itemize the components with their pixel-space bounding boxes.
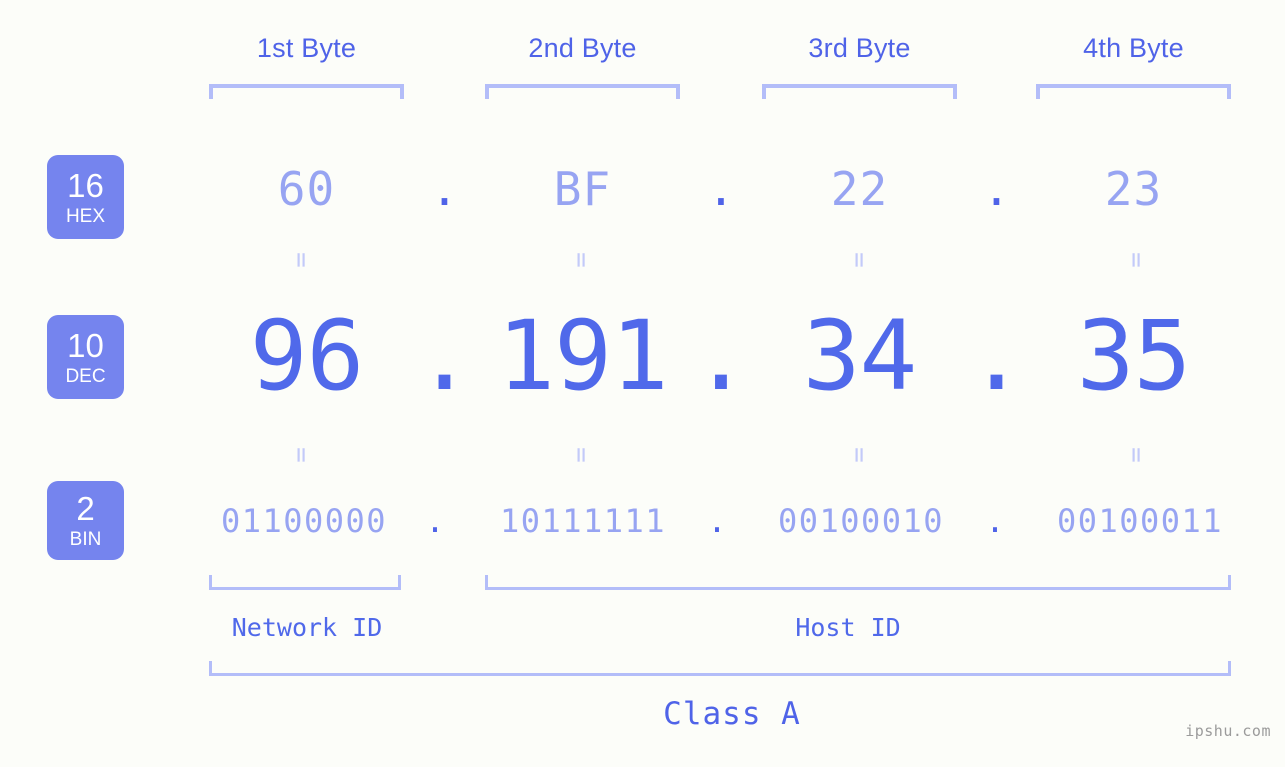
byte-bracket-2 xyxy=(485,84,680,99)
dec-row: 96 . 191 . 34 . 35 xyxy=(0,300,1285,420)
hex-byte-2: BF xyxy=(553,162,612,216)
host-id-bracket xyxy=(485,575,1231,590)
equals-mark-hex-dec-3: = xyxy=(844,252,874,268)
equals-mark-dec-bin-4: = xyxy=(1121,447,1151,463)
hex-separator-3: . xyxy=(982,162,1011,216)
bin-separator-3: . xyxy=(985,502,1005,540)
hex-separator-1: . xyxy=(430,162,459,216)
dec-byte-4: 35 xyxy=(1076,300,1192,412)
dec-byte-1: 96 xyxy=(249,300,365,412)
class-label: Class A xyxy=(663,696,801,732)
equals-mark-dec-bin-3: = xyxy=(844,447,874,463)
network-id-label: Network ID xyxy=(231,613,383,642)
hex-byte-3: 22 xyxy=(830,162,889,216)
bin-byte-4: 00100011 xyxy=(1056,502,1224,540)
bin-byte-2: 10111111 xyxy=(499,502,667,540)
byte-label-1: 1st Byte xyxy=(256,33,357,63)
host-id-label: Host ID xyxy=(795,613,901,642)
byte-label-3: 3rd Byte xyxy=(808,33,911,63)
dec-separator-3: . xyxy=(967,300,1026,412)
hex-row: 60 . BF . 22 . 23 xyxy=(0,162,1285,222)
byte-bracket-1 xyxy=(209,84,404,99)
bin-byte-1: 01100000 xyxy=(220,502,388,540)
bin-byte-3: 00100010 xyxy=(777,502,945,540)
dec-separator-2: . xyxy=(692,300,750,412)
byte-label-4: 4th Byte xyxy=(1083,33,1184,63)
hex-byte-4: 23 xyxy=(1104,162,1163,216)
dec-byte-3: 34 xyxy=(802,300,918,412)
equals-mark-hex-dec-1: = xyxy=(286,252,316,268)
equals-mark-hex-dec-4: = xyxy=(1121,252,1151,268)
dec-byte-2: 191 xyxy=(497,300,668,412)
bin-separator-2: . xyxy=(707,502,727,540)
dec-separator-1: . xyxy=(415,300,474,412)
equals-mark-dec-bin-2: = xyxy=(566,447,596,463)
byte-label-2: 2nd Byte xyxy=(528,33,637,63)
bin-row: 01100000 . 10111111 . 00100010 . 0010001… xyxy=(0,502,1285,548)
equals-mark-dec-bin-1: = xyxy=(286,447,316,463)
byte-bracket-4 xyxy=(1036,84,1231,99)
byte-bracket-3 xyxy=(762,84,957,99)
network-id-bracket xyxy=(209,575,401,590)
class-bracket xyxy=(209,661,1231,676)
hex-byte-1: 60 xyxy=(277,162,336,216)
ip-address-breakdown-diagram: 1st Byte 2nd Byte 3rd Byte 4th Byte 16 H… xyxy=(0,0,1285,767)
equals-mark-hex-dec-2: = xyxy=(566,252,596,268)
watermark: ipshu.com xyxy=(1185,722,1271,740)
bin-separator-1: . xyxy=(425,502,445,540)
hex-separator-2: . xyxy=(707,162,735,216)
